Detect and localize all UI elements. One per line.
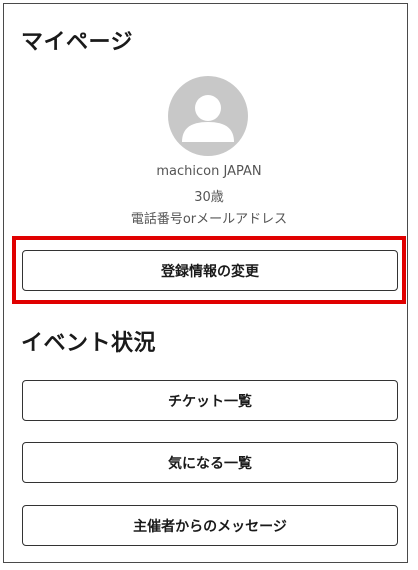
events-section-title: イベント状況 (21, 331, 157, 356)
page-title: マイページ (21, 30, 134, 55)
user-contact: 電話番号orメールアドレス (130, 212, 288, 227)
user-name: machicon JAPAN (156, 164, 262, 179)
organizer-messages-button[interactable]: 主催者からのメッセージ (22, 505, 398, 546)
user-avatar-icon (168, 76, 248, 156)
favorites-list-button[interactable]: 気になる一覧 (22, 442, 398, 483)
edit-registration-button[interactable]: 登録情報の変更 (22, 250, 398, 291)
user-age: 30歳 (194, 190, 224, 205)
ticket-list-button[interactable]: チケット一覧 (22, 380, 398, 421)
